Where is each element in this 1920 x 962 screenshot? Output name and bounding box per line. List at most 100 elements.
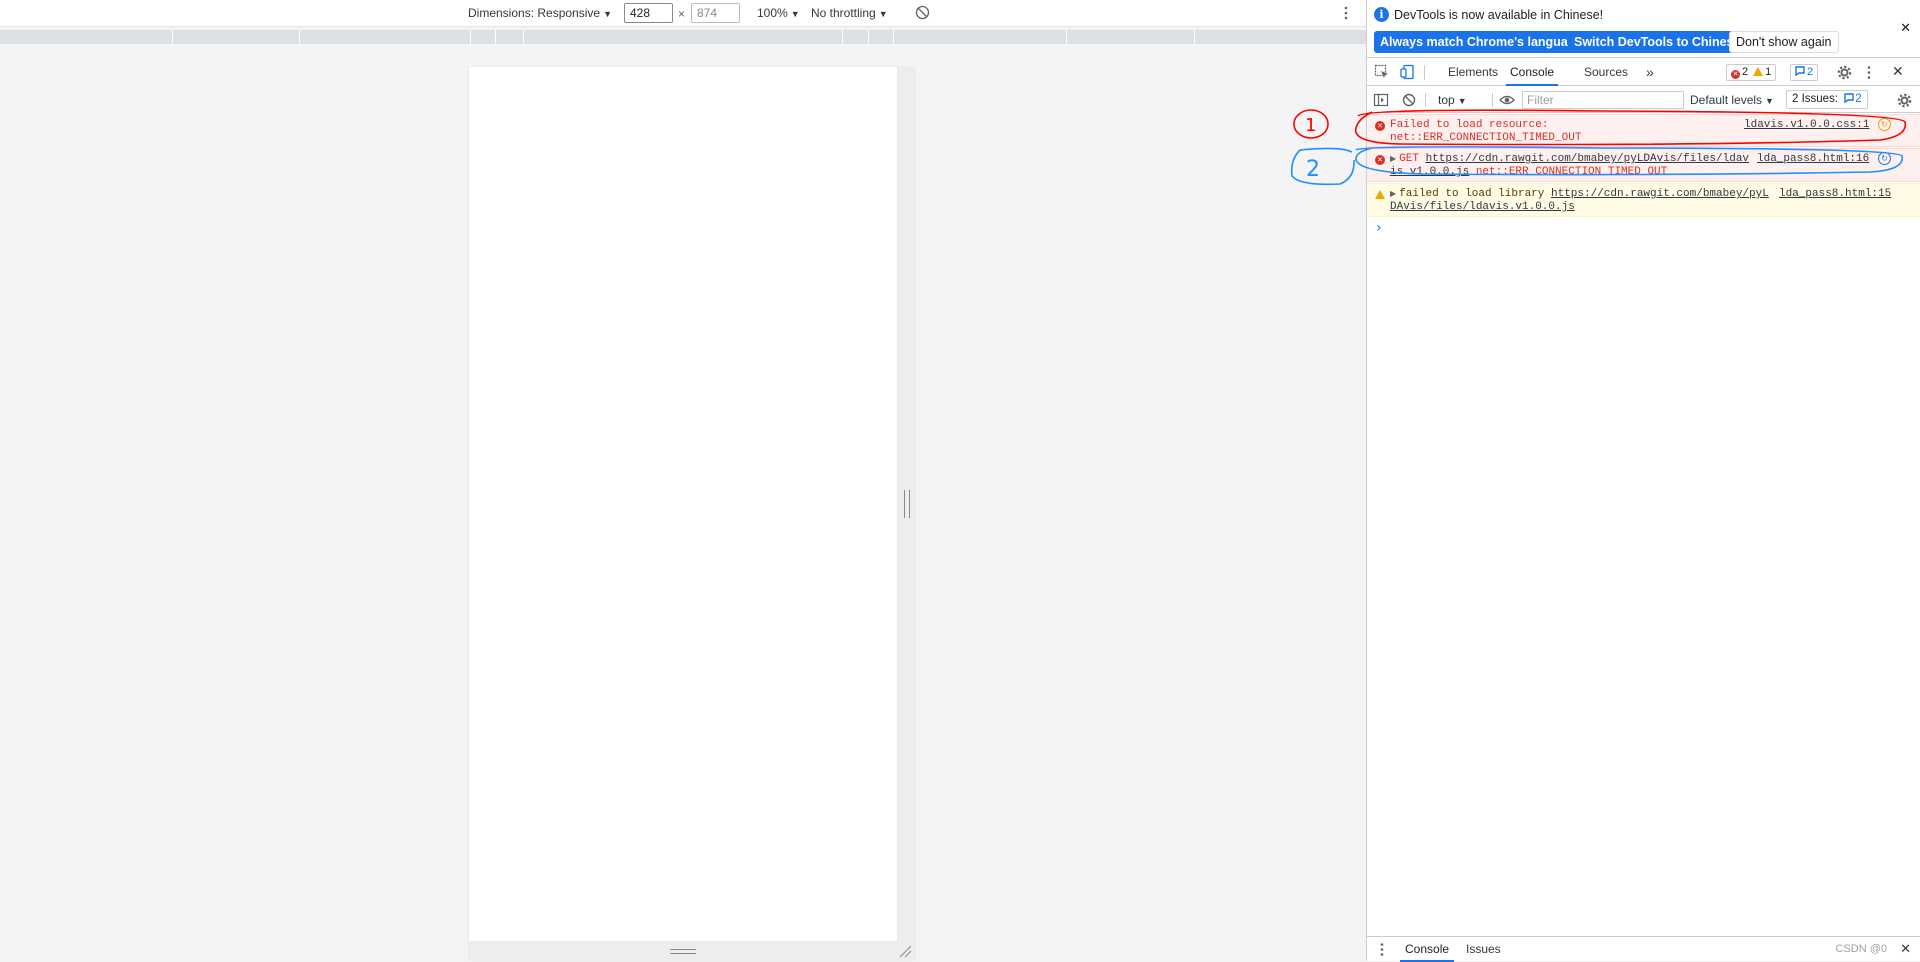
source-link[interactable]: ldavis.v1.0.0.css:1	[1744, 119, 1869, 131]
drawer-tabstrip: Console Issues CSDN @0 ✕	[1367, 936, 1920, 962]
error-code: net::ERR_CONNECTION_TIMED_OUT	[1390, 132, 1582, 144]
device-toolbar: Dimensions: Responsive ▼ 428 × 874 100% ▼ …	[0, 0, 1366, 27]
drawer-tab-issues[interactable]: Issues	[1461, 937, 1506, 962]
dimensions-label: Dimensions: Responsive	[468, 6, 601, 20]
context-selector[interactable]: top ▼	[1438, 93, 1467, 107]
http-method: GET	[1399, 153, 1419, 165]
log-levels-dropdown[interactable]: Default levels ▼	[1690, 93, 1774, 107]
drawer-menu-icon[interactable]	[1379, 942, 1385, 957]
warning-icon	[1375, 190, 1385, 199]
media-segment[interactable]	[868, 30, 869, 44]
warning-text: failed to load library	[1399, 188, 1545, 200]
width-input[interactable]: 428	[624, 3, 673, 23]
source-link[interactable]: lda_pass8.html:16	[1757, 153, 1869, 165]
sidebar-toggle-icon[interactable]	[1373, 92, 1389, 108]
media-segment[interactable]	[523, 30, 524, 44]
error-warning-counter[interactable]: ✕ 2 1	[1726, 64, 1777, 81]
drawer-tab-console[interactable]: Console	[1400, 937, 1455, 962]
media-segment[interactable]	[842, 30, 843, 44]
error-code: net::ERR_CONNECTION_TIMED_OUT	[1475, 166, 1668, 178]
expand-triangle-icon[interactable]: ▶	[1390, 190, 1396, 199]
request-url-link[interactable]: https://cdn.rawgit.com/bmabey/pyLDAvis/f…	[1426, 153, 1749, 165]
media-segment[interactable]	[893, 30, 894, 44]
zoom-dropdown[interactable]: 100% ▼	[757, 6, 800, 20]
expand-triangle-icon[interactable]: ▶	[1390, 155, 1396, 164]
info-icon: i	[1374, 7, 1389, 22]
error-text: Failed to load resource:	[1390, 119, 1549, 131]
warning-line-2: DAvis/files/ldavis.v1.0.0.js	[1390, 201, 1575, 213]
corner-resize-icon[interactable]	[898, 944, 912, 958]
height-input[interactable]: 874	[691, 3, 740, 23]
close-devtools-icon[interactable]: ✕	[1892, 63, 1904, 80]
close-icon[interactable]: ✕	[1900, 20, 1911, 36]
console-prompt-icon[interactable]: ›	[1376, 220, 1382, 236]
message-icon	[1795, 66, 1805, 77]
throttling-dropdown[interactable]: No throttling ▼	[811, 6, 888, 20]
filter-input[interactable]: Filter	[1522, 91, 1684, 109]
error-count: 2	[1742, 66, 1749, 78]
issue-link-icon[interactable]: ↻	[1878, 118, 1891, 131]
dimension-separator: ×	[678, 7, 686, 21]
device-toolbar-icon[interactable]	[1400, 64, 1416, 80]
media-segment[interactable]	[1066, 30, 1067, 44]
source-link[interactable]: lda_pass8.html:15	[1779, 188, 1891, 200]
dimensions-dropdown[interactable]: Dimensions: Responsive ▼	[468, 6, 612, 20]
clear-console-icon[interactable]	[1402, 93, 1416, 107]
devtools-tabstrip: Elements Console Sources » ✕ 2 1 2 ✕	[1367, 59, 1920, 86]
media-query-bar[interactable]	[0, 30, 1366, 44]
error-request-line-2: is.v1.0.0.js net::ERR_CONNECTION_TIMED_O…	[1390, 166, 1667, 178]
close-drawer-icon[interactable]: ✕	[1900, 941, 1911, 957]
media-segment[interactable]	[299, 30, 300, 44]
tab-console[interactable]: Console	[1506, 59, 1559, 86]
error-icon: ✕	[1375, 121, 1385, 131]
network-panel-icon[interactable]: ↻	[1878, 152, 1891, 165]
caret-down-icon: ▼	[878, 9, 888, 19]
issues-button[interactable]: 2 Issues: 2	[1786, 90, 1868, 109]
console-toolbar: top ▼ Filter Default levels ▼ 2 Issues: 2	[1367, 87, 1920, 113]
device-frame	[468, 66, 898, 942]
settings-gear-icon[interactable]	[1837, 65, 1852, 80]
media-segment[interactable]	[495, 30, 496, 44]
caret-down-icon: ▼	[1457, 96, 1467, 106]
console-warning-message[interactable]: ▶ failed to load library https://cdn.rawg…	[1367, 183, 1920, 217]
switch-to-chinese-button[interactable]: Switch DevTools to Chinese	[1568, 31, 1747, 53]
zoom-label: 100%	[757, 6, 788, 20]
media-segment[interactable]	[1194, 30, 1195, 44]
bottom-resize-handle[interactable]	[670, 949, 696, 954]
language-infobar: i DevTools is now available in Chinese! …	[1367, 0, 1920, 58]
divider	[1424, 65, 1425, 80]
message-count: 2	[1807, 66, 1814, 78]
more-tabs-icon[interactable]: »	[1642, 59, 1658, 86]
message-counter[interactable]: 2	[1790, 64, 1819, 81]
right-resize-handle[interactable]	[904, 490, 910, 518]
always-match-language-button[interactable]: Always match Chrome's language	[1374, 31, 1589, 53]
error-request-line: ▶ GET https://cdn.rawgit.com/bmabey/pyLDA…	[1390, 153, 1749, 165]
console-settings-gear-icon[interactable]	[1897, 93, 1912, 108]
context-label: top	[1438, 93, 1455, 107]
library-url-link[interactable]: https://cdn.rawgit.com/bmabey/pyL	[1551, 188, 1769, 200]
log-levels-label: Default levels	[1690, 93, 1763, 107]
rotate-icon[interactable]	[915, 5, 930, 20]
library-url-link-continued[interactable]: DAvis/files/ldavis.v1.0.0.js	[1390, 201, 1575, 213]
warning-icon	[1753, 67, 1764, 76]
devtools-panel: i DevTools is now available in Chinese! …	[1366, 0, 1920, 962]
media-segment[interactable]	[172, 30, 173, 44]
divider	[1425, 93, 1426, 107]
viewport-area: Dimensions: Responsive ▼ 428 × 874 100% ▼ …	[0, 0, 1366, 961]
console-error-message[interactable]: ✕ ▶ GET https://cdn.rawgit.com/bmabey/pyL…	[1367, 148, 1920, 182]
media-segment[interactable]	[470, 30, 471, 44]
divider	[1492, 93, 1493, 107]
csdn-watermark: CSDN @0	[1835, 943, 1887, 955]
more-options-icon[interactable]	[1343, 5, 1349, 21]
caret-down-icon: ▼	[1765, 96, 1774, 106]
tab-sources[interactable]: Sources	[1580, 59, 1632, 86]
live-expression-eye-icon[interactable]	[1499, 93, 1515, 107]
infobar-message: DevTools is now available in Chinese!	[1394, 8, 1604, 22]
dont-show-again-button[interactable]: Don't show again	[1729, 31, 1839, 53]
request-url-link-continued[interactable]: is.v1.0.0.js	[1390, 166, 1469, 178]
inspect-element-icon[interactable]	[1374, 64, 1390, 80]
console-error-message[interactable]: ✕ Failed to load resource: net::ERR_CONN…	[1367, 114, 1920, 147]
tab-elements[interactable]: Elements	[1444, 59, 1502, 86]
throttling-label: No throttling	[811, 6, 876, 20]
customize-menu-icon[interactable]	[1866, 65, 1872, 80]
